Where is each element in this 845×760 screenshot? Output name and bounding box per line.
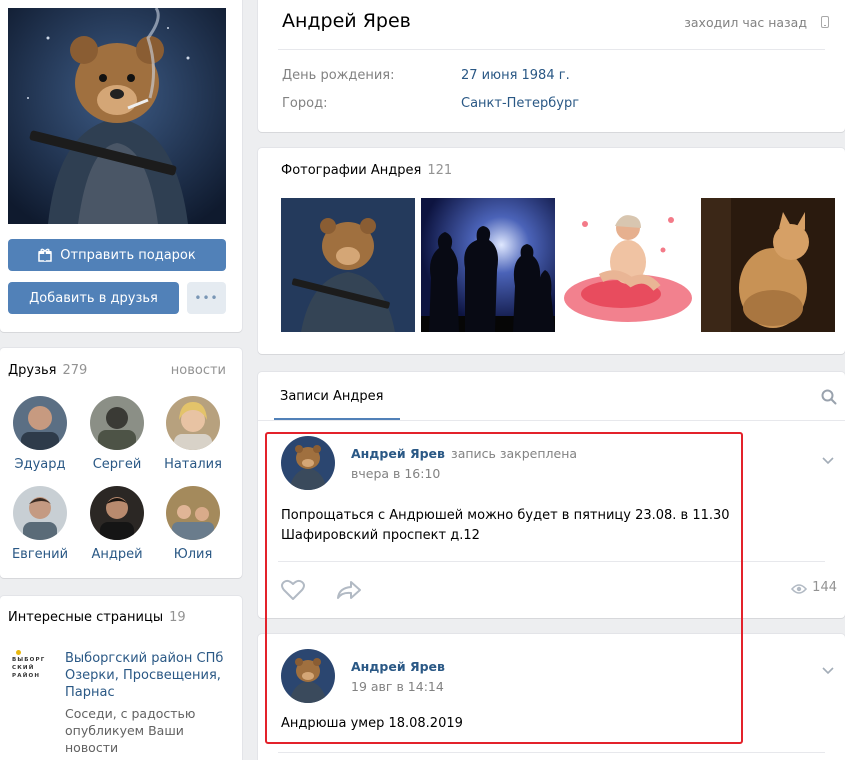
friend-avatar <box>90 486 144 540</box>
photos-block: Фотографии Андрея 121 <box>258 148 845 354</box>
share-arrow-icon[interactable] <box>336 580 362 600</box>
photo-thumb[interactable] <box>281 198 415 332</box>
profile-avatar-card: Отправить подарок Добавить в друзья ••• <box>0 0 242 332</box>
divider <box>278 752 825 753</box>
friend-item-andrey[interactable]: Андрей <box>79 486 155 562</box>
divider <box>278 561 825 562</box>
friend-avatar <box>166 396 220 450</box>
chevron-down-icon[interactable] <box>822 664 834 675</box>
post-author-name[interactable]: Андрей Ярев <box>351 659 445 674</box>
post-time[interactable]: вчера в 16:10 <box>351 466 440 481</box>
post-author-name[interactable]: Андрей Ярев <box>351 446 445 461</box>
post-author-avatar[interactable] <box>281 436 335 490</box>
logo-dot-icon <box>16 650 21 655</box>
friends-title-label: Друзья <box>8 363 57 378</box>
post-text-line: Шафировский проспект д.12 <box>281 528 480 543</box>
photos-title[interactable]: Фотографии Андрея 121 <box>281 163 452 178</box>
friend-item-eduard[interactable]: Эдуард <box>2 396 78 472</box>
city-label: Город: <box>282 96 328 111</box>
photos-count: 121 <box>427 163 453 178</box>
pages-title[interactable]: Интересные страницы 19 <box>8 610 186 625</box>
photo-thumb[interactable] <box>561 198 695 332</box>
page-logo[interactable]: ВЫБОРГ СКИЙ РАЙОН <box>8 646 54 692</box>
post-text-line: Попрощаться с Андрюшей можно будет в пят… <box>281 508 730 523</box>
post-text: Попрощаться с Андрюшей можно будет в пят… <box>281 506 730 546</box>
chevron-down-icon[interactable] <box>822 454 834 465</box>
views-eye-icon <box>791 583 807 595</box>
page-logo-text: ВЫБОРГ СКИЙ РАЙОН <box>12 657 46 679</box>
city-value[interactable]: Санкт-Петербург <box>461 96 579 111</box>
profile-avatar[interactable] <box>8 8 226 224</box>
pages-title-label: Интересные страницы <box>8 610 164 625</box>
friend-name: Евгений <box>11 547 69 562</box>
send-gift-label: Отправить подарок <box>60 247 196 263</box>
photo-thumb[interactable] <box>701 198 835 332</box>
profile-info-card: Андрей Ярев заходил час назад День рожде… <box>258 0 845 132</box>
more-dots-icon: ••• <box>194 291 219 305</box>
friend-item-natalia[interactable]: Наталия <box>155 396 231 472</box>
search-icon[interactable] <box>821 389 837 405</box>
online-status: заходил час назад <box>684 15 807 30</box>
friends-news-link[interactable]: новости <box>171 363 226 378</box>
friend-name: Наталия <box>164 457 222 472</box>
friend-avatar <box>166 486 220 540</box>
post-views-count: 144 <box>812 580 837 595</box>
pages-count: 19 <box>169 610 186 625</box>
add-friend-label: Добавить в друзья <box>29 290 158 306</box>
post-author-avatar[interactable] <box>281 649 335 703</box>
friend-avatar <box>13 396 67 450</box>
birthday-value[interactable]: 27 июня 1984 г. <box>461 68 570 83</box>
send-gift-button[interactable]: Отправить подарок <box>8 239 226 271</box>
like-heart-icon[interactable] <box>281 579 305 601</box>
wall-block: Записи Андрея Андрей Ярев запись закрепл… <box>258 372 845 618</box>
friends-block: Друзья 279 новости Эдуард Сергей Наталия … <box>0 348 242 578</box>
tab-wall-posts[interactable]: Записи Андрея <box>280 389 383 404</box>
friend-avatar <box>13 486 67 540</box>
profile-name: Андрей Ярев <box>282 10 411 32</box>
page-item-desc: Соседи, с радостью опубликуем Ваши новос… <box>65 706 196 755</box>
mobile-icon <box>821 16 829 28</box>
post-pinned-label: запись закреплена <box>451 446 578 461</box>
add-friend-button[interactable]: Добавить в друзья <box>8 282 179 314</box>
friend-name: Юлия <box>173 547 213 562</box>
gift-icon <box>38 248 53 262</box>
post-header: Андрей Ярев запись закреплена <box>351 446 577 462</box>
friend-name: Эдуард <box>14 457 66 472</box>
post-time[interactable]: 19 авг в 14:14 <box>351 679 444 694</box>
friend-avatar <box>90 396 144 450</box>
friends-title[interactable]: Друзья 279 <box>8 363 87 378</box>
friend-name: Андрей <box>91 547 143 562</box>
photo-thumb[interactable] <box>421 198 555 332</box>
wall-post: Андрей Ярев запись закреплена вчера в 16… <box>258 421 845 618</box>
wall-post: Андрей Ярев 19 авг в 14:14 Андрюша умер … <box>258 634 845 760</box>
birthday-label: День рождения: <box>282 68 395 83</box>
more-actions-button[interactable]: ••• <box>187 282 226 314</box>
friend-item-evgeniy[interactable]: Евгений <box>2 486 78 562</box>
friend-item-yulia[interactable]: Юлия <box>155 486 231 562</box>
friend-name: Сергей <box>92 457 142 472</box>
page-item-title[interactable]: Выборгский район СПб Озерки, Просвещения… <box>65 650 235 701</box>
photos-title-label: Фотографии Андрея <box>281 163 422 178</box>
friend-item-sergey[interactable]: Сергей <box>79 396 155 472</box>
divider <box>278 49 825 50</box>
interesting-pages-block: Интересные страницы 19 ВЫБОРГ СКИЙ РАЙОН … <box>0 596 242 760</box>
friends-count: 279 <box>62 363 88 378</box>
post-text: Андрюша умер 18.08.2019 <box>281 716 463 731</box>
